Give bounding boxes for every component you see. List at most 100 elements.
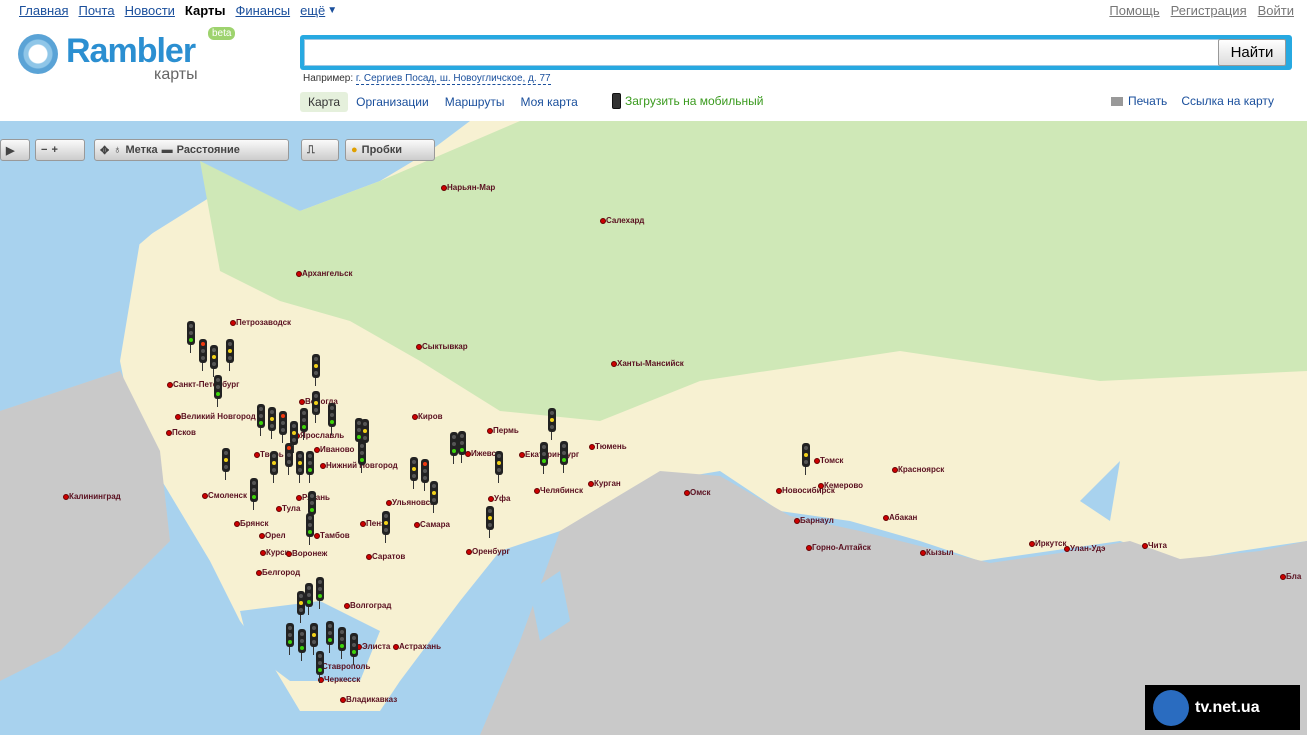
traffic-light-icon[interactable] xyxy=(361,419,369,451)
traffic-light-icon[interactable] xyxy=(486,506,494,538)
top-nav: Главная Почта Новости Карты Финансы ещё ▼ xyxy=(19,3,337,18)
traffic-light-icon[interactable] xyxy=(382,511,390,543)
printer-icon xyxy=(1111,97,1123,106)
traffic-light-icon[interactable] xyxy=(316,651,324,683)
traffic-light-icon[interactable] xyxy=(298,629,306,661)
traffic-light-icon[interactable] xyxy=(540,442,548,474)
zoom-in-icon[interactable]: + xyxy=(51,144,57,156)
help-link[interactable]: Помощь xyxy=(1109,3,1159,18)
mark-button[interactable]: Метка xyxy=(125,144,157,156)
traffic-light-icon[interactable] xyxy=(187,321,195,353)
traffic-light-icon[interactable] xyxy=(306,451,314,483)
traffic-light-icon[interactable] xyxy=(310,623,318,655)
tab-map[interactable]: Карта xyxy=(300,92,349,112)
city-label: Черкесск xyxy=(317,675,361,684)
tab-my-map[interactable]: Моя карта xyxy=(512,92,585,112)
traffic-light-icon[interactable] xyxy=(214,375,222,407)
tab-routes[interactable]: Маршруты xyxy=(437,92,513,112)
city-label: Ставрополь xyxy=(315,662,371,671)
traffic-light-icon[interactable] xyxy=(430,481,438,513)
traffic-light-icon[interactable] xyxy=(250,478,258,510)
traffic-light-icon[interactable] xyxy=(338,627,346,659)
traffic-light-icon[interactable] xyxy=(210,345,218,377)
traffic-light-icon[interactable] xyxy=(312,391,320,423)
city-label: Тамбов xyxy=(314,531,350,540)
traffic-light-icon[interactable] xyxy=(297,591,305,623)
city-label: Челябинск xyxy=(534,486,583,495)
traffic-light-icon[interactable] xyxy=(410,457,418,489)
beta-badge: beta xyxy=(208,27,236,40)
mobile-download[interactable]: Загрузить на мобильный xyxy=(612,93,763,109)
traffic-light-icon[interactable] xyxy=(286,623,294,655)
traffic-light-icon[interactable] xyxy=(450,432,458,464)
traffic-light-icon[interactable] xyxy=(300,408,308,440)
layers-button[interactable]: ⎍ xyxy=(301,139,339,161)
watermark: tv.net.ua xyxy=(1145,685,1300,730)
traffic-light-icon[interactable] xyxy=(326,621,334,653)
traffic-light-icon[interactable] xyxy=(279,411,287,443)
logo-sub: карты xyxy=(154,66,198,83)
traffic-light-icon[interactable] xyxy=(199,339,207,371)
traffic-light-icon[interactable] xyxy=(305,583,313,615)
mark-distance-tools: ✥ ♁ Метка ▬ Расстояние xyxy=(94,139,289,161)
map-link[interactable]: Ссылка на карту xyxy=(1181,94,1274,108)
print-link[interactable]: Печать xyxy=(1111,94,1167,108)
tabs: Карта Организации Маршруты Моя карта xyxy=(300,92,586,112)
traffic-light-icon[interactable] xyxy=(296,451,304,483)
traffic-button[interactable]: ● Пробки xyxy=(345,139,435,161)
city-label: Санкт-Петербург xyxy=(167,380,240,389)
nav-more[interactable]: ещё xyxy=(300,3,325,18)
traffic-light-icon[interactable] xyxy=(316,577,324,609)
move-icon[interactable]: ✥ xyxy=(100,144,109,157)
traffic-light-icon[interactable] xyxy=(421,459,429,491)
distance-button[interactable]: Расстояние xyxy=(177,144,240,156)
traffic-light-icon[interactable] xyxy=(548,408,556,440)
chevron-down-icon[interactable]: ▼ xyxy=(327,5,337,16)
traffic-light-icon[interactable] xyxy=(268,407,276,439)
traffic-light-icon[interactable] xyxy=(222,448,230,480)
search-input[interactable] xyxy=(304,39,1224,66)
traffic-light-icon[interactable] xyxy=(458,431,466,463)
traffic-light-icon[interactable] xyxy=(560,441,568,473)
layers-icon: ⎍ xyxy=(307,143,315,156)
mobile-label: Загрузить на мобильный xyxy=(625,94,764,108)
city-label: Орел xyxy=(259,531,286,540)
city-label: Владикавказ xyxy=(339,695,398,704)
traffic-light-icon[interactable] xyxy=(328,403,336,435)
rambler-logo[interactable]: Rambler карты beta xyxy=(18,27,238,90)
traffic-light-icon[interactable] xyxy=(312,354,320,386)
traffic-icon: ● xyxy=(351,144,358,156)
city-label: Смоленск xyxy=(202,491,247,500)
city-label: Элиста xyxy=(355,642,391,651)
city-label: Ульяновск xyxy=(385,498,435,507)
panel-toggle-button[interactable]: ▶ xyxy=(0,139,30,161)
city-label: Астрахань xyxy=(392,642,442,651)
traffic-light-icon[interactable] xyxy=(290,421,298,453)
example-link[interactable]: г. Сергиев Посад, ш. Новоугличское, д. 7… xyxy=(355,73,551,85)
nav-news[interactable]: Новости xyxy=(125,3,175,18)
traffic-light-icon[interactable] xyxy=(306,513,314,545)
tab-organizations[interactable]: Организации xyxy=(348,92,437,112)
map[interactable]: Нарьян-Мар Салехард Архангельск Петрозаводс… xyxy=(0,121,1307,735)
nav-main[interactable]: Главная xyxy=(19,3,68,18)
search-button[interactable]: Найти xyxy=(1218,39,1286,66)
traffic-light-icon[interactable] xyxy=(802,443,810,475)
ruler-icon: ▬ xyxy=(161,144,173,156)
zoom-controls: − + xyxy=(35,139,85,161)
city-label: Петрозаводск xyxy=(229,318,292,327)
traffic-light-icon[interactable] xyxy=(226,339,234,371)
traffic-light-icon[interactable] xyxy=(270,451,278,483)
traffic-light-icon[interactable] xyxy=(285,443,293,475)
traffic-light-icon[interactable] xyxy=(358,441,366,473)
traffic-light-icon[interactable] xyxy=(308,491,316,523)
register-link[interactable]: Регистрация xyxy=(1171,3,1247,18)
traffic-light-icon[interactable] xyxy=(257,404,265,436)
login-link[interactable]: Войти xyxy=(1258,3,1294,18)
city-label: Оренбург xyxy=(466,547,510,556)
zoom-out-icon[interactable]: − xyxy=(41,144,47,156)
nav-maps: Карты xyxy=(184,3,226,18)
traffic-light-icon[interactable] xyxy=(350,633,358,665)
nav-mail[interactable]: Почта xyxy=(78,3,114,18)
traffic-light-icon[interactable] xyxy=(495,451,503,483)
nav-finance[interactable]: Финансы xyxy=(235,3,290,18)
